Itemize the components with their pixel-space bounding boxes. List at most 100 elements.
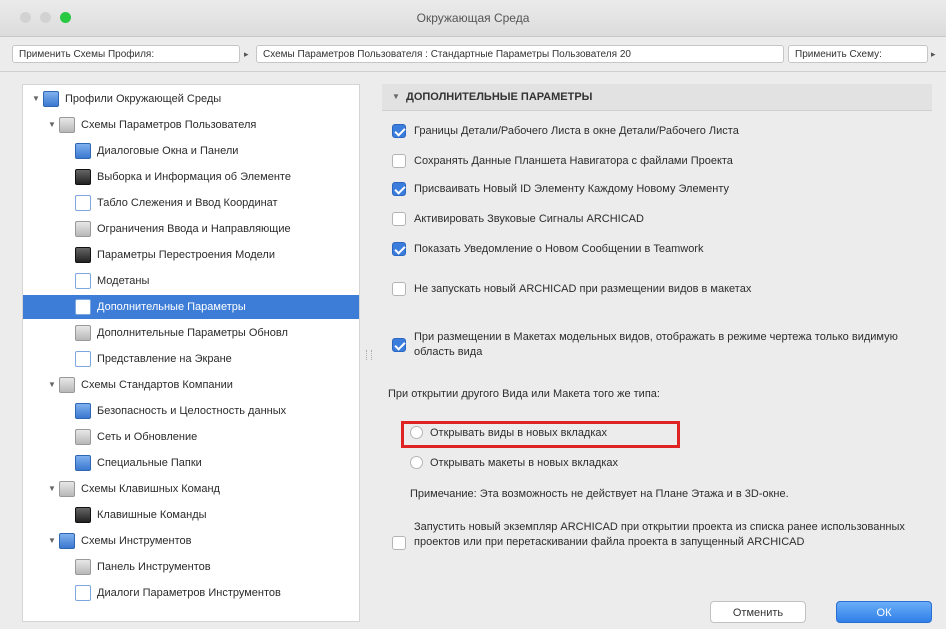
apply-profile-select[interactable]: Применить Схемы Профиля:: [12, 45, 240, 63]
checkbox[interactable]: [392, 282, 406, 296]
tree-item[interactable]: ▼ Схемы Параметров Пользователя: [23, 113, 359, 137]
disclosure-down-icon[interactable]: ▼: [47, 373, 57, 397]
radio-label: Открывать макеты в новых вкладках: [430, 457, 619, 469]
scheme-navbar: Применить Схемы Профиля: ▸ Схемы Парамет…: [0, 37, 946, 72]
tree-item-label: Дополнительные Параметры: [97, 301, 246, 313]
checkbox[interactable]: [392, 212, 406, 226]
network-icon: [75, 429, 91, 445]
scheme-path[interactable]: Схемы Параметров Пользователя : Стандарт…: [256, 45, 784, 63]
tree-item[interactable]: Диалоговые Окна и Панели: [23, 139, 359, 163]
selection-icon: [75, 169, 91, 185]
tree-item-label: Параметры Перестроения Модели: [97, 249, 275, 261]
tools-scheme-icon: [59, 533, 75, 549]
checkbox[interactable]: [392, 154, 406, 168]
tree-item[interactable]: Табло Слежения и Ввод Координат: [23, 191, 359, 215]
checkbox[interactable]: [392, 124, 406, 138]
tree-item[interactable]: Безопасность и Целостность данных: [23, 399, 359, 423]
folders-icon: [75, 455, 91, 471]
environment-window: Окружающая Среда Применить Схемы Профиля…: [0, 0, 946, 629]
profile-icon: [43, 91, 59, 107]
tree-item-label: Ограничения Ввода и Направляющие: [97, 223, 291, 235]
checkbox[interactable]: [392, 338, 406, 352]
company-standards-icon: [59, 377, 75, 393]
tree-item[interactable]: Дополнительные Параметры: [23, 295, 359, 319]
tree-item[interactable]: Специальные Папки: [23, 451, 359, 475]
option-label: Присваивать Новый ID Элементу Каждому Но…: [414, 183, 729, 195]
tree-item-label: Схемы Инструментов: [81, 535, 192, 547]
tree-item-label: Дополнительные Параметры Обновл: [97, 327, 288, 339]
path-separator-icon: ▸: [244, 49, 249, 59]
tree-item[interactable]: ▼ Профили Окружающей Среды: [23, 87, 359, 111]
tree-item-label: Диалоговые Окна и Панели: [97, 145, 239, 157]
tree-item[interactable]: Сеть и Обновление: [23, 425, 359, 449]
open-group-label: При открытии другого Вида или Макета тог…: [388, 388, 660, 400]
tree-item-label: Диалоги Параметров Инструментов: [97, 587, 281, 599]
user-settings-icon: [59, 117, 75, 133]
tree-item-label: Безопасность и Целостность данных: [97, 405, 287, 417]
tree-item[interactable]: Ограничения Ввода и Направляющие: [23, 217, 359, 241]
disclosure-down-icon: ▼: [392, 92, 400, 101]
tree-item[interactable]: ▼ Схемы Клавишных Команд: [23, 477, 359, 501]
more-options-icon: [75, 299, 91, 315]
highlight-box: [401, 421, 680, 448]
option-label: Активировать Звуковые Сигналы ARCHICAD: [414, 213, 644, 225]
cancel-button[interactable]: Отменить: [710, 601, 806, 623]
tree-item-label: Представление на Экране: [97, 353, 232, 365]
option-label: При размещении в Макетах модельных видов…: [414, 331, 898, 358]
tree-item-label: Табло Слежения и Ввод Координат: [97, 197, 278, 209]
radio-button[interactable]: [410, 456, 423, 469]
disclosure-down-icon[interactable]: ▼: [47, 477, 57, 501]
tree-item-label: Клавишные Команды: [97, 509, 207, 521]
keyboard-icon: [75, 507, 91, 523]
window-title: Окружающая Среда: [416, 11, 530, 25]
option-new-instance[interactable]: Запустить новый экземпляр ARCHICAD при о…: [392, 520, 932, 568]
option-label: Сохранять Данные Планшета Навигатора с ф…: [414, 155, 733, 167]
tree-item[interactable]: Диалоги Параметров Инструментов: [23, 581, 359, 605]
tree-item[interactable]: ▼ Схемы Инструментов: [23, 529, 359, 553]
security-icon: [75, 403, 91, 419]
tree-item[interactable]: Параметры Перестроения Модели: [23, 243, 359, 267]
disclosure-down-icon[interactable]: ▼: [31, 87, 41, 111]
disclosure-down-icon[interactable]: ▼: [47, 529, 57, 553]
tree-item-label: Схемы Клавишных Команд: [81, 483, 220, 495]
section-header[interactable]: ▼ ДОПОЛНИТЕЛЬНЫЕ ПАРАМЕТРЫ: [382, 84, 932, 111]
option-label: Границы Детали/Рабочего Листа в окне Дет…: [414, 125, 739, 137]
tree-item-label: Выборка и Информация об Элементе: [97, 171, 291, 183]
ok-button[interactable]: ОК: [836, 601, 932, 623]
shortcuts-icon: [59, 481, 75, 497]
tool-settings-icon: [75, 585, 91, 601]
tree-item-label: Сеть и Обновление: [97, 431, 198, 443]
open-group-note: Примечание: Эта возможность не действует…: [410, 488, 789, 500]
tree-item-label: Специальные Папки: [97, 457, 202, 469]
checkbox[interactable]: [392, 242, 406, 256]
tree-item[interactable]: Панель Инструментов: [23, 555, 359, 579]
tracker-icon: [75, 195, 91, 211]
checkbox[interactable]: [392, 536, 406, 550]
option-visible-area[interactable]: При размещении в Макетах модельных видов…: [392, 330, 912, 362]
tree-item[interactable]: Модетаны: [23, 269, 359, 293]
tree-item-label: Модетаны: [97, 275, 150, 287]
disclosure-down-icon[interactable]: ▼: [47, 113, 57, 137]
checkbox[interactable]: [392, 182, 406, 196]
settings-panel: ▼ ДОПОЛНИТЕЛЬНЫЕ ПАРАМЕТРЫ Границы Детал…: [374, 84, 934, 598]
path-more-icon: ▸: [931, 49, 936, 59]
option-label: Показать Уведомление о Новом Сообщении в…: [414, 243, 704, 255]
title-bar: Окружающая Среда: [0, 0, 946, 37]
option-label: Запустить новый экземпляр ARCHICAD при о…: [414, 521, 905, 548]
tree-item[interactable]: ▼ Схемы Стандартов Компании: [23, 373, 359, 397]
update-icon: [75, 325, 91, 341]
rebuild-icon: [75, 247, 91, 263]
constraints-icon: [75, 221, 91, 237]
tree-item-label: Схемы Стандартов Компании: [81, 379, 233, 391]
pane-splitter[interactable]: [366, 350, 372, 360]
display-icon: [75, 351, 91, 367]
tree-item[interactable]: Представление на Экране: [23, 347, 359, 371]
tree-item[interactable]: Клавишные Команды: [23, 503, 359, 527]
apply-scheme-select[interactable]: Применить Схему:: [788, 45, 928, 63]
tree-item-label: Схемы Параметров Пользователя: [81, 119, 257, 131]
option-label: Не запускать новый ARCHICAD при размещен…: [414, 283, 752, 295]
tree-item[interactable]: Выборка и Информация об Элементе: [23, 165, 359, 189]
tree-item[interactable]: Дополнительные Параметры Обновл: [23, 321, 359, 345]
toolbar-icon: [75, 559, 91, 575]
settings-tree: ▼ Профили Окружающей Среды ▼ Схемы Параметр…: [22, 84, 360, 622]
